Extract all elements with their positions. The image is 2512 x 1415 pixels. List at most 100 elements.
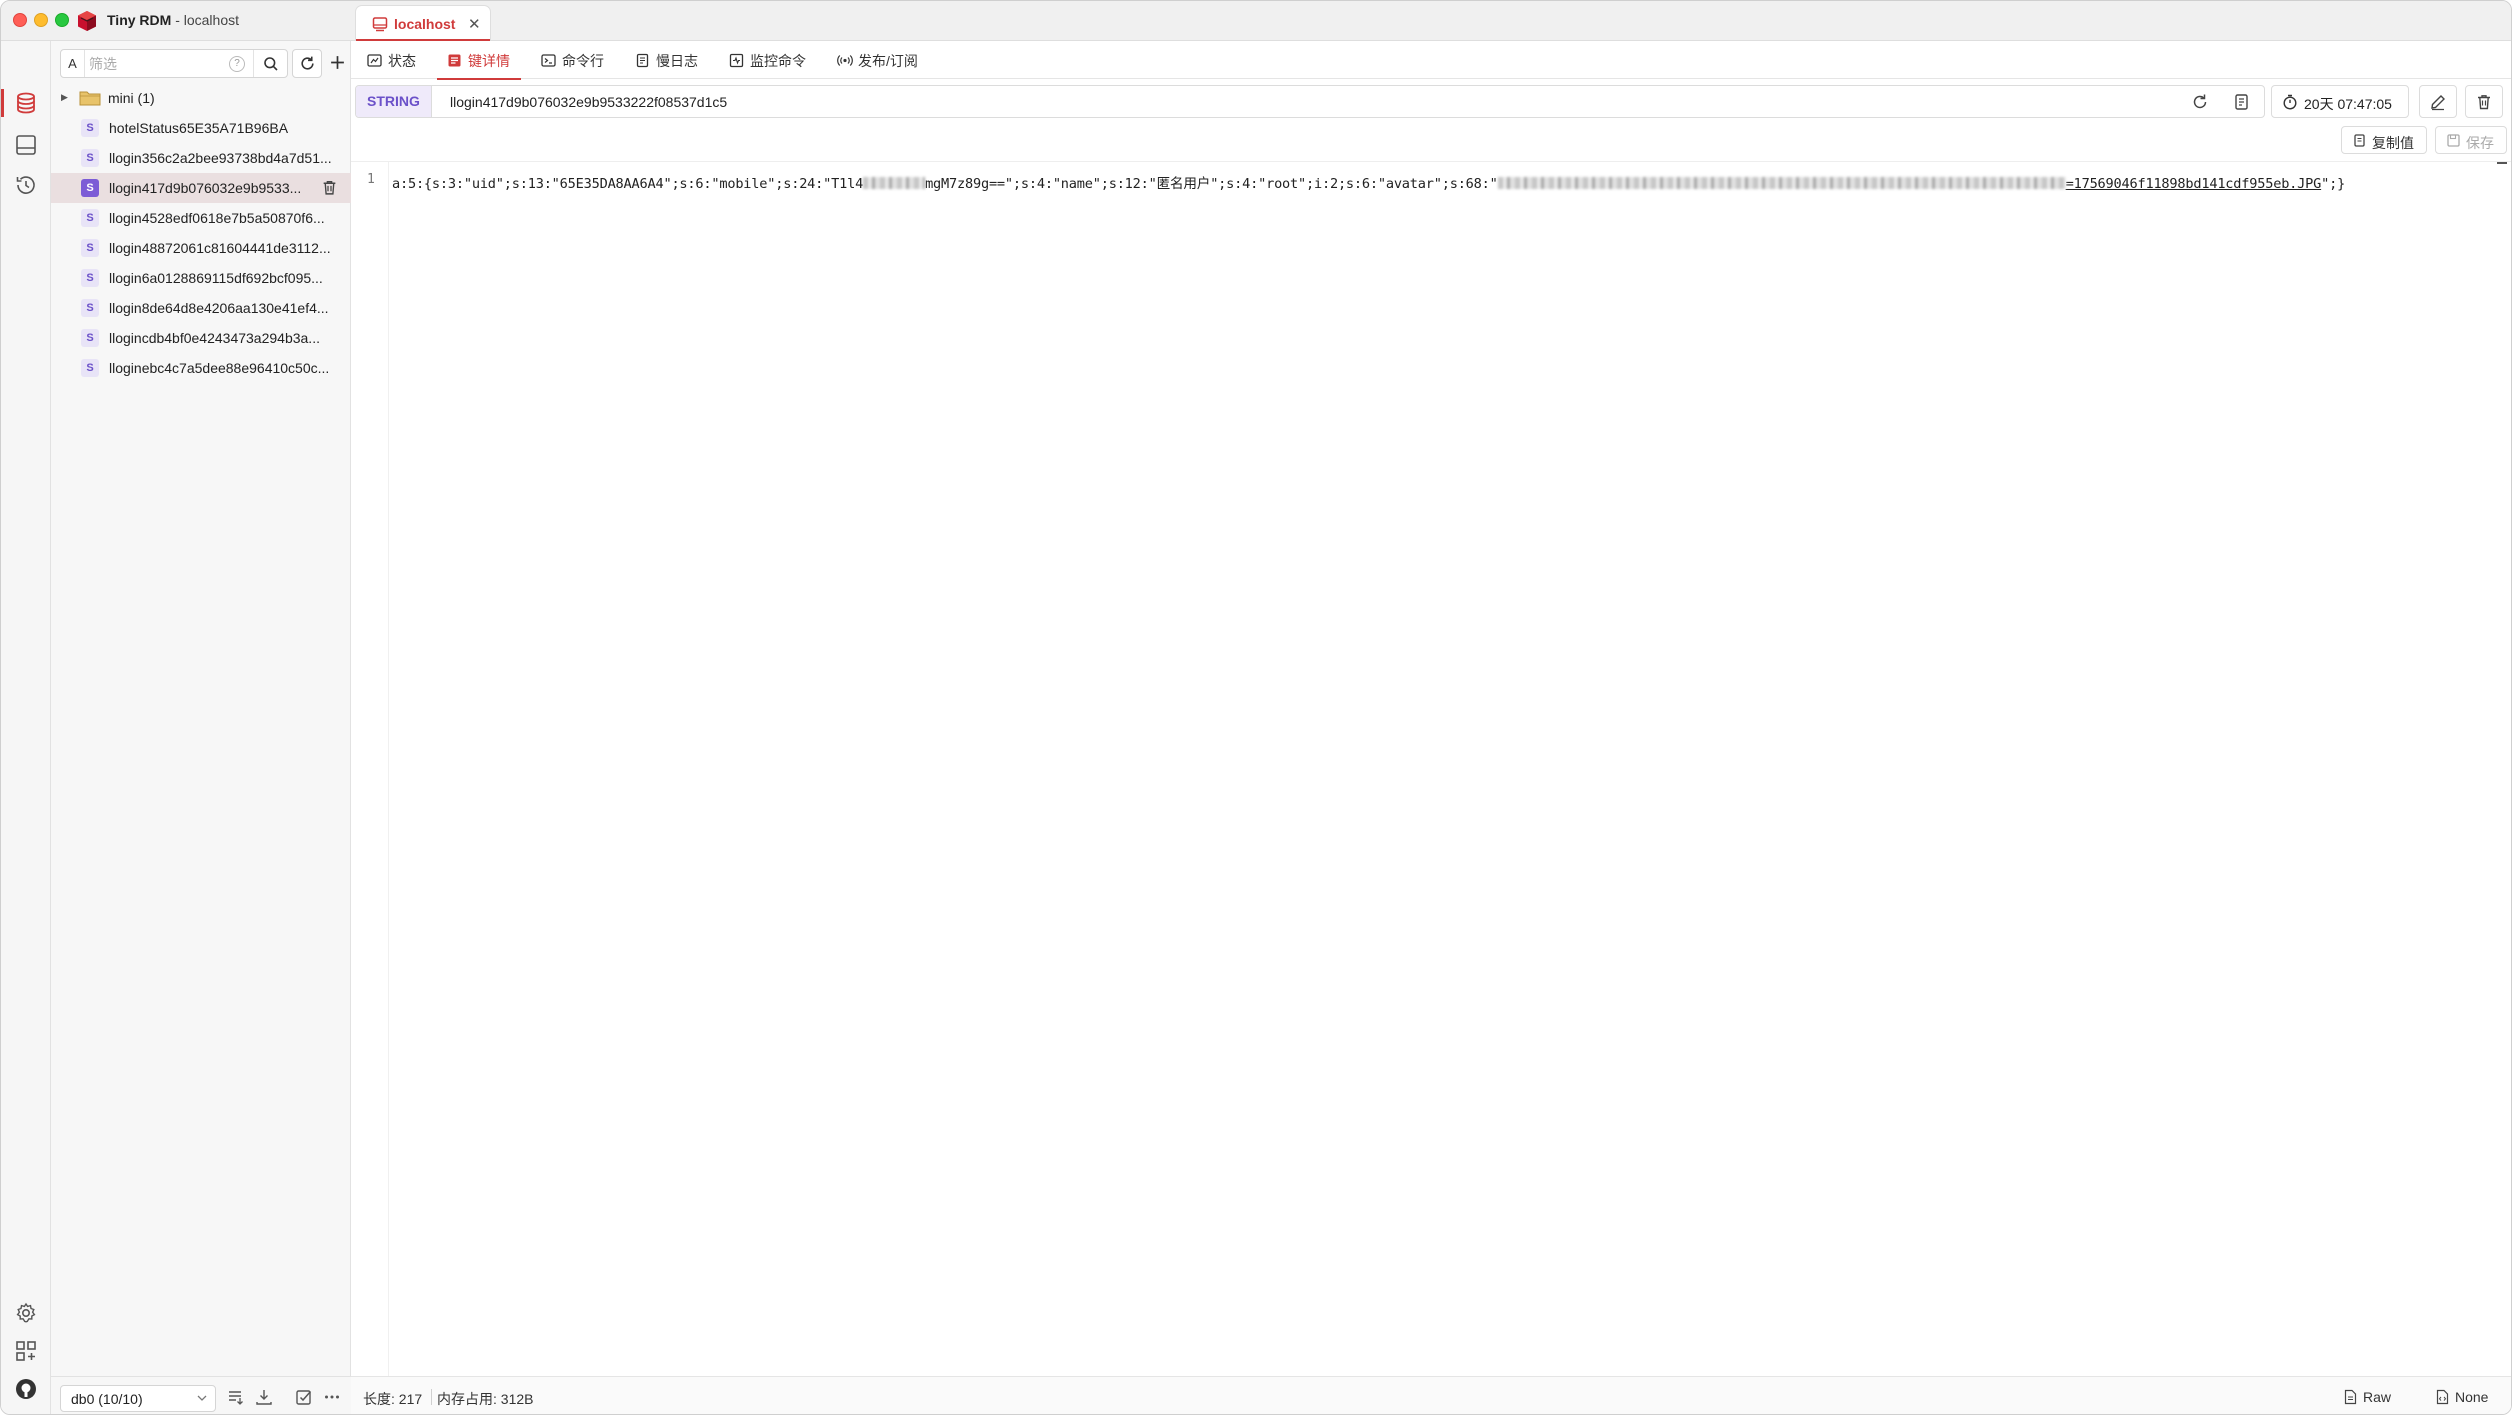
key-row[interactable]: S llogin4528edf0618e7b5a50870f6... bbox=[51, 203, 351, 233]
database-select-value: db0 (10/10) bbox=[71, 1391, 143, 1407]
key-row[interactable]: S llogin6a0128869115df692bcf095... bbox=[51, 263, 351, 293]
pubsub-icon bbox=[837, 55, 853, 66]
copy-key-icon[interactable] bbox=[2232, 92, 2252, 112]
key-detail-icon bbox=[448, 54, 461, 67]
db-group-row[interactable]: ▶ mini (1) bbox=[51, 83, 351, 113]
edit-pencil-icon bbox=[2431, 95, 2445, 111]
key-row[interactable]: S lloginebc4c7a5dee88e96410c50c... bbox=[51, 353, 351, 383]
save-icon bbox=[2447, 134, 2460, 147]
expand-arrow-icon[interactable]: ▶ bbox=[61, 92, 68, 103]
string-type-badge: S bbox=[81, 119, 99, 137]
connection-tab-label: localhost bbox=[394, 16, 456, 32]
key-name: llogin356c2a2bee93738bd4a7d51... bbox=[109, 150, 332, 166]
status-bar: 长度: 217 内存占用: 312B Raw None bbox=[351, 1376, 2511, 1414]
close-tab-icon[interactable]: ✕ bbox=[468, 15, 481, 33]
refresh-icon bbox=[301, 56, 314, 70]
nav-rail bbox=[1, 41, 51, 1414]
close-window-button[interactable] bbox=[13, 13, 27, 27]
code-segment-link[interactable]: =17569046f11898bd141cdf955eb.JPG bbox=[2066, 176, 2322, 192]
minimize-window-button[interactable] bbox=[34, 13, 48, 27]
active-tab-indicator bbox=[437, 78, 521, 80]
timer-icon bbox=[2283, 94, 2297, 110]
window-title-suffix: - localhost bbox=[171, 12, 240, 28]
plus-icon bbox=[331, 56, 344, 69]
string-type-badge: S bbox=[81, 269, 99, 287]
key-name: hotelStatus65E35A71B96BA bbox=[109, 120, 289, 136]
key-row-selected[interactable]: S llogin417d9b076032e9b9533... bbox=[51, 173, 351, 203]
search-button[interactable] bbox=[253, 50, 287, 77]
key-name: llogin417d9b076032e9b9533... bbox=[109, 180, 302, 196]
more-options-icon[interactable] bbox=[323, 1388, 341, 1406]
key-name: llogin4528edf0618e7b5a50870f6... bbox=[109, 210, 325, 226]
status-separator bbox=[431, 1389, 432, 1405]
redacted-avatar-url bbox=[1497, 177, 2066, 189]
scrollbar-marker[interactable] bbox=[2497, 162, 2507, 164]
refresh-value-icon[interactable] bbox=[2190, 92, 2210, 112]
redacted-mobile bbox=[863, 177, 926, 189]
rename-key-button[interactable] bbox=[2419, 85, 2457, 118]
key-name: llogin6a0128869115df692bcf095... bbox=[109, 270, 323, 286]
load-all-icon[interactable] bbox=[255, 1388, 273, 1406]
zoom-window-button[interactable] bbox=[55, 13, 69, 27]
slow-log-icon bbox=[636, 53, 649, 68]
tab-cli-label: 命令行 bbox=[562, 53, 604, 69]
filter-help-icon[interactable]: ? bbox=[229, 56, 245, 72]
database-select[interactable]: db0 (10/10) bbox=[60, 1385, 216, 1412]
batch-check-icon[interactable] bbox=[295, 1388, 313, 1406]
status-icon bbox=[367, 54, 382, 67]
history-icon[interactable] bbox=[14, 173, 38, 197]
value-editor[interactable]: 1 a:5:{s:3:"uid";s:13:"65E35DA8AA6A4";s:… bbox=[351, 161, 2511, 1377]
key-name: llogin8de64d8e4206aa130e41ef4... bbox=[109, 300, 329, 316]
key-row[interactable]: S hotelStatus65E35A71B96BA bbox=[51, 113, 351, 143]
key-name: llogincdb4bf0e4243473a294b3a... bbox=[109, 330, 320, 346]
database-icon[interactable] bbox=[14, 91, 38, 115]
connection-tab[interactable]: localhost ✕ bbox=[355, 5, 491, 41]
ttl-box[interactable]: 20天 07:47:05 bbox=[2271, 85, 2409, 118]
add-key-button[interactable] bbox=[327, 49, 349, 78]
key-row[interactable]: S llogin48872061c81604441de3112... bbox=[51, 233, 351, 263]
string-type-badge: S bbox=[81, 239, 99, 257]
tab-monitor-label: 监控命令 bbox=[750, 53, 806, 69]
string-type-badge: S bbox=[81, 179, 99, 197]
key-row[interactable]: S llogin356c2a2bee93738bd4a7d51... bbox=[51, 143, 351, 173]
title-bar: Tiny RDM - localhost localhost ✕ bbox=[1, 1, 2511, 41]
chevron-down-icon bbox=[197, 1395, 207, 1401]
delete-key-button[interactable] bbox=[2465, 85, 2503, 118]
memory-usage: 内存占用: 312B bbox=[437, 1391, 534, 1407]
copy-icon bbox=[2354, 134, 2365, 147]
key-row[interactable]: S llogin8de64d8e4206aa130e41ef4... bbox=[51, 293, 351, 323]
settings-gear-icon[interactable] bbox=[14, 1301, 38, 1325]
apps-grid-icon[interactable] bbox=[14, 1339, 38, 1363]
code-segment: mgM7z89g==";s:4:"name";s:12:"匿名用户";s:4:"… bbox=[925, 176, 1498, 192]
filter-input[interactable] bbox=[89, 53, 249, 75]
copy-value-label: 复制值 bbox=[2372, 135, 2414, 151]
save-value-button[interactable]: 保存 bbox=[2435, 126, 2507, 154]
app-window: Tiny RDM - localhost localhost ✕ A 筛选 ? … bbox=[0, 0, 2512, 1415]
copy-value-button[interactable]: 复制值 bbox=[2341, 126, 2427, 154]
tab-key-detail-label: 键详情 bbox=[468, 53, 510, 69]
save-value-label: 保存 bbox=[2466, 135, 2494, 151]
window-title: Tiny RDM - localhost bbox=[107, 12, 239, 28]
value-code-line[interactable]: a:5:{s:3:"uid";s:13:"65E35DA8AA6A4";s:6:… bbox=[392, 172, 2345, 192]
search-icon bbox=[264, 57, 278, 71]
key-name-text[interactable]: llogin417d9b076032e9b9533222f08537d1c5 bbox=[450, 94, 727, 110]
db-group-label: mini (1) bbox=[108, 90, 155, 106]
load-more-icon[interactable] bbox=[227, 1388, 245, 1406]
server-panel-icon[interactable] bbox=[14, 133, 38, 157]
app-name: Tiny RDM bbox=[107, 12, 172, 28]
key-name: lloginebc4c7a5dee88e96410c50c... bbox=[109, 360, 330, 376]
key-row[interactable]: S llogincdb4bf0e4243473a294b3a... bbox=[51, 323, 351, 353]
delete-key-icon[interactable] bbox=[321, 179, 338, 196]
trash-icon bbox=[2478, 95, 2490, 110]
monitor-icon bbox=[729, 53, 744, 68]
github-icon[interactable] bbox=[14, 1377, 38, 1401]
line-gutter: 1 bbox=[351, 162, 389, 1377]
filter-type-toggle[interactable]: A bbox=[61, 50, 85, 77]
line-number: 1 bbox=[367, 172, 375, 187]
view-mode-label: Raw bbox=[2363, 1389, 2392, 1405]
string-type-badge: S bbox=[81, 209, 99, 227]
key-type-tag: STRING bbox=[356, 86, 432, 117]
filter-box: A ? bbox=[60, 49, 288, 78]
value-length: 长度: 217 bbox=[363, 1391, 423, 1407]
refresh-keys-button[interactable] bbox=[292, 49, 322, 78]
